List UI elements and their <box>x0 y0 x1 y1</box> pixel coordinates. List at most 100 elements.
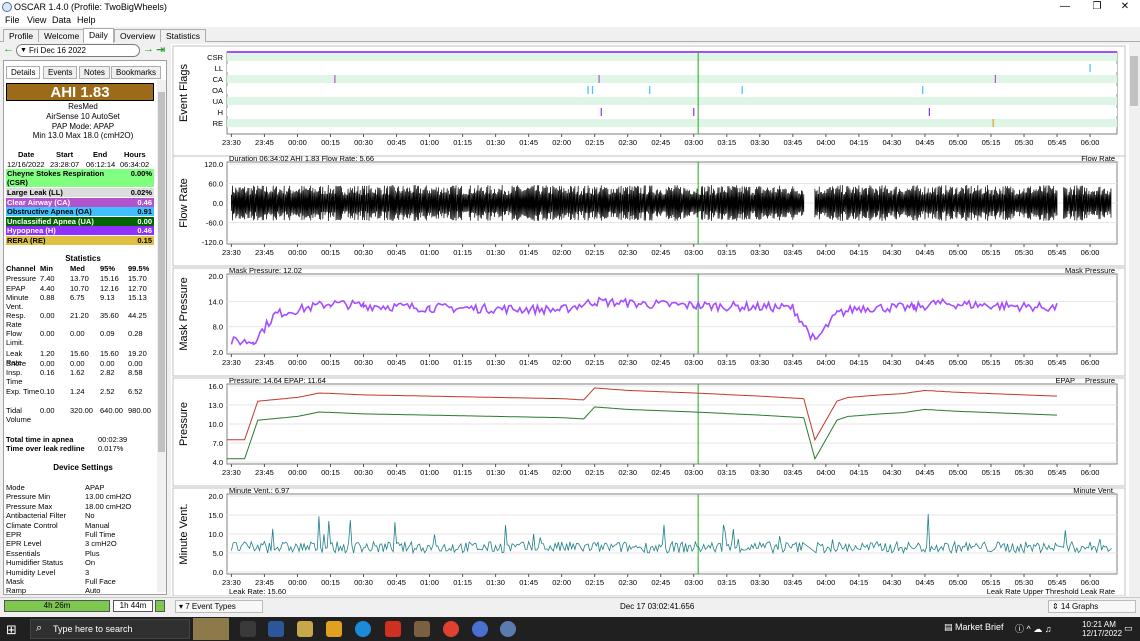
legend-epap: EPAP <box>1056 376 1075 385</box>
notifications-icon[interactable]: ▭ <box>1124 623 1133 634</box>
last-day-arrow-icon[interactable]: ⇥ <box>156 43 165 56</box>
event-value: 0.91 <box>137 207 152 216</box>
file-explorer-icon[interactable] <box>297 621 313 637</box>
event-row[interactable]: Unclassified Apnea (UA) 0.00 <box>6 217 154 226</box>
event-row[interactable]: Clear Airway (CA) 0.46 <box>6 198 154 207</box>
stats-value: 15.70 <box>128 274 147 283</box>
subtab-events[interactable]: Events <box>43 66 78 79</box>
stats-header: Channel <box>6 264 36 273</box>
app-icon-b[interactable] <box>385 621 401 637</box>
tab-daily[interactable]: Daily <box>83 28 114 43</box>
event-row[interactable]: RERA (RE) 0.15 <box>6 236 154 245</box>
event-label: Clear Airway (CA) <box>7 198 71 207</box>
x-tick-label: 05:45 <box>1048 358 1067 367</box>
minimize-button[interactable]: — <box>1050 0 1080 14</box>
app-icon-c[interactable] <box>414 621 430 637</box>
event-row[interactable]: Cheyne Stokes Respiration (CSR) 0.00% <box>6 169 154 187</box>
menu-file[interactable]: File <box>5 15 20 25</box>
plot-area[interactable] <box>226 273 1118 355</box>
subtab-details[interactable]: Details <box>6 66 41 79</box>
stats-value: 0.88 <box>40 293 55 302</box>
menu-view[interactable]: View <box>27 15 46 25</box>
graphs-dropdown[interactable]: ⇕ 14 Graphs <box>1048 600 1136 613</box>
event-row[interactable]: Hypopnea (H) 0.46 <box>6 226 154 235</box>
setting-value: Auto <box>85 586 101 596</box>
event-types-dropdown[interactable]: ▾ 7 Event Types <box>175 600 263 613</box>
news-widget-icon[interactable] <box>193 618 229 640</box>
x-tick-label: 02:30 <box>618 578 637 587</box>
setting-name: Pressure Max <box>6 501 53 511</box>
graph-scrollbar[interactable] <box>1129 44 1139 596</box>
session-date: 12/16/2022 <box>7 160 45 169</box>
x-tick-label: 00:45 <box>387 468 406 477</box>
x-tick-label: 01:45 <box>519 358 538 367</box>
menu-help[interactable]: Help <box>77 15 96 25</box>
stats-value: 1.20 <box>40 349 55 358</box>
setting-name: Mask <box>6 577 24 586</box>
x-tick-label: 01:00 <box>420 468 439 477</box>
stats-value: 0.00 <box>40 359 55 368</box>
apnea-time-value: 00:02:39 <box>98 435 128 444</box>
event-row[interactable]: Obstructive Apnea (OA) 0.91 <box>6 207 154 216</box>
x-tick-label: 02:45 <box>651 138 670 147</box>
oscar-taskbar-icon[interactable] <box>500 621 516 637</box>
app-icon-a[interactable] <box>326 621 342 637</box>
stats-header: Med <box>70 264 85 273</box>
x-tick-label: 01:00 <box>420 578 439 587</box>
tab-statistics[interactable]: Statistics <box>160 29 207 42</box>
chrome-icon[interactable] <box>443 621 459 637</box>
subtab-notes[interactable]: Notes <box>79 66 110 79</box>
x-tick-label: 02:30 <box>618 358 637 367</box>
event-label: Cheyne Stokes Respiration (CSR) <box>7 169 105 187</box>
stats-value: 2.52 <box>100 387 115 396</box>
system-tray-icons[interactable]: ⓘ ^ ☁ ♫ <box>1015 622 1051 635</box>
details-scrollbar-thumb[interactable] <box>158 92 165 452</box>
x-tick-label: 03:30 <box>750 138 769 147</box>
x-tick-label: 03:15 <box>717 248 736 257</box>
x-tick-label: 04:30 <box>883 578 902 587</box>
graph-header: Mask Pressure: 12.02 <box>229 266 302 275</box>
awake-time-bar: 1h 44m <box>113 600 153 612</box>
task-view-icon[interactable] <box>240 621 256 637</box>
y-tick-label: 20.0 <box>208 272 223 281</box>
date-picker[interactable]: ▼ Fri Dec 16 2022 <box>16 44 140 57</box>
stats-value: 1.62 <box>70 368 85 377</box>
x-tick-label: 00:30 <box>354 358 373 367</box>
x-tick-label: 01:15 <box>453 138 472 147</box>
menu-data[interactable]: Data <box>52 15 71 25</box>
x-tick-label: 03:45 <box>783 138 802 147</box>
market-brief-widget[interactable]: ▤ Market Brief <box>944 622 1004 633</box>
restore-button[interactable]: ❐ <box>1082 0 1112 14</box>
event-value: 0.15 <box>137 236 152 245</box>
word-icon[interactable] <box>268 621 284 637</box>
y-tick-label: 7.0 <box>213 439 223 448</box>
edge-icon[interactable] <box>355 621 371 637</box>
x-tick-label: 23:45 <box>255 468 274 477</box>
windows-start-icon[interactable]: ⊞ <box>6 622 17 638</box>
next-day-arrow-icon[interactable]: → <box>143 43 154 55</box>
window-title: OSCAR 1.4.0 (Profile: TwoBigWheels) <box>14 2 167 12</box>
previous-day-arrow-icon[interactable]: ← <box>3 43 14 55</box>
flag-row-label: LL <box>215 64 223 73</box>
subtab-bookmarks[interactable]: Bookmarks <box>111 66 162 79</box>
x-tick-label: 04:30 <box>883 138 902 147</box>
stats-value: 15.60 <box>70 349 89 358</box>
taskbar-search-input[interactable]: Type here to search <box>30 619 190 639</box>
close-button[interactable]: ✕ <box>1110 0 1140 14</box>
flag-row-label: UA <box>213 97 223 106</box>
x-tick-label: 04:30 <box>883 468 902 477</box>
leak-rate-header: Leak Rate: 15.60 <box>229 587 286 596</box>
x-tick-label: 02:15 <box>585 248 604 257</box>
x-tick-label: 05:45 <box>1048 248 1067 257</box>
y-tick-label: -120.0 <box>202 238 223 247</box>
x-tick-label: 06:00 <box>1081 468 1100 477</box>
flag-row-label: RE <box>213 119 223 128</box>
tab-profile[interactable]: Profile <box>3 29 40 42</box>
event-row[interactable]: Large Leak (LL) 0.02% <box>6 188 154 197</box>
tab-welcome[interactable]: Welcome <box>38 29 86 42</box>
graph-scrollbar-thumb[interactable] <box>1130 56 1138 106</box>
setting-name: Antibacterial Filter <box>6 511 67 521</box>
tab-overview[interactable]: Overview <box>114 29 162 42</box>
x-tick-label: 02:45 <box>651 468 670 477</box>
app-icon-d[interactable] <box>472 621 488 637</box>
